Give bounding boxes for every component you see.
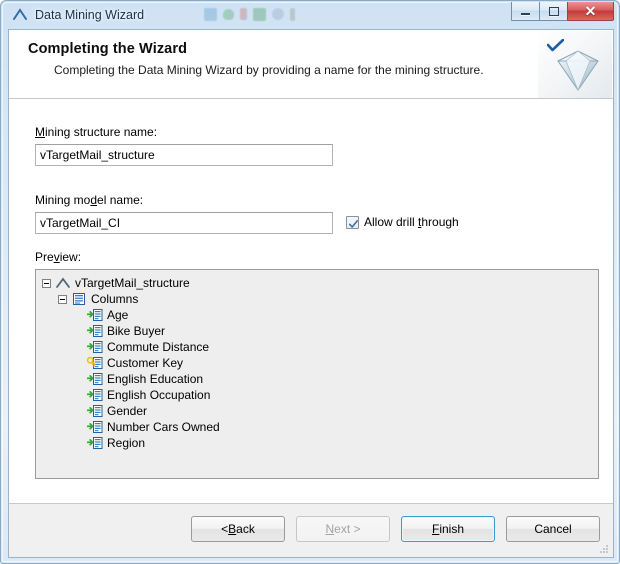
close-icon: ✕ <box>584 3 597 19</box>
model-name-input[interactable] <box>35 212 333 234</box>
back-button[interactable]: < Back <box>191 516 285 542</box>
tree-node-label: Columns <box>91 292 139 306</box>
wizard-body: Mining structure name: Mining model name… <box>9 99 613 504</box>
tree-node-column[interactable]: Region <box>36 435 598 451</box>
tree-node-label: vTargetMail_structure <box>75 276 190 290</box>
preview-tree-panel[interactable]: vTargetMail_structure Columns Age Bike B… <box>35 269 599 479</box>
column-input-icon <box>86 420 103 434</box>
structure-name-input[interactable] <box>35 144 333 166</box>
tree-node-column[interactable]: English Occupation <box>36 387 598 403</box>
page-title: Completing the Wizard <box>28 41 188 57</box>
wizard-window: Data Mining Wizard ✕ Completing the Wiza… <box>0 0 620 564</box>
tree-node-label: Customer Key <box>107 356 184 370</box>
checkbox-label: Allow drill through <box>364 215 459 229</box>
banner-artwork <box>538 31 612 98</box>
minimize-button[interactable] <box>511 2 540 21</box>
column-key-icon <box>86 356 103 370</box>
expander-collapse-icon[interactable] <box>58 294 67 304</box>
checkmark-icon <box>349 218 358 228</box>
tree-column-list: Age Bike Buyer Commute Distance Customer Ke… <box>36 307 598 451</box>
tree-node-column[interactable]: Gender <box>36 403 598 419</box>
finish-button[interactable]: Finish <box>401 516 495 542</box>
mining-structure-icon <box>55 276 71 290</box>
model-name-label: Mining model name: <box>35 193 144 207</box>
page-subtitle: Completing the Data Mining Wizard by pro… <box>54 63 484 77</box>
tree-node-label: Bike Buyer <box>107 324 166 338</box>
checkbox-box[interactable] <box>346 215 359 229</box>
column-input-icon <box>86 372 103 386</box>
tree-node-column[interactable]: Customer Key <box>36 355 598 371</box>
diamond-gem-icon <box>554 47 602 92</box>
tree-node-label: Commute Distance <box>107 340 210 354</box>
tree-node-label: Number Cars Owned <box>107 420 220 434</box>
expander-collapse-icon[interactable] <box>42 278 51 288</box>
wizard-header-banner: Completing the Wizard Completing the Dat… <box>9 30 613 99</box>
minimize-icon <box>521 13 530 15</box>
column-input-icon <box>86 324 103 338</box>
wizard-footer: < Back Next > Finish Cancel <box>9 504 613 557</box>
column-input-icon <box>86 436 103 450</box>
tree-node-column[interactable]: Bike Buyer <box>36 323 598 339</box>
tree-node-column[interactable]: English Education <box>36 371 598 387</box>
maximize-icon <box>548 6 559 16</box>
column-input-icon <box>86 404 103 418</box>
tree-node-column[interactable]: Age <box>36 307 598 323</box>
wizard-caret-icon <box>11 6 29 24</box>
maximize-button[interactable] <box>539 2 568 21</box>
titlebar-ghost-icons <box>204 4 354 24</box>
resize-grip-icon[interactable] <box>598 543 610 555</box>
title-bar[interactable]: Data Mining Wizard ✕ <box>8 1 614 29</box>
tree-node-columns[interactable]: Columns <box>36 291 598 307</box>
cancel-button[interactable]: Cancel <box>506 516 600 542</box>
tree-node-label: English Education <box>107 372 204 386</box>
tree-node-column[interactable]: Commute Distance <box>36 339 598 355</box>
tree-node-label: Region <box>107 436 146 450</box>
preview-label: Preview: <box>35 250 82 264</box>
window-title: Data Mining Wizard <box>35 8 145 22</box>
tree-node-label: English Occupation <box>107 388 211 402</box>
footer-button-row: < Back Next > Finish Cancel <box>191 516 600 542</box>
allow-drill-through-checkbox[interactable]: Allow drill through <box>346 215 459 229</box>
tree-node-column[interactable]: Number Cars Owned <box>36 419 598 435</box>
client-area: Completing the Wizard Completing the Dat… <box>8 29 614 558</box>
tree-node-label: Gender <box>107 404 148 418</box>
next-button[interactable]: Next > <box>296 516 390 542</box>
window-controls: ✕ <box>511 2 614 21</box>
column-input-icon <box>86 308 103 322</box>
structure-name-label: Mining structure name: <box>35 125 158 139</box>
tree-node-label: Age <box>107 308 129 322</box>
close-button[interactable]: ✕ <box>567 2 614 21</box>
column-input-icon <box>86 340 103 354</box>
columns-folder-icon <box>71 292 87 306</box>
tree-node-root[interactable]: vTargetMail_structure <box>36 275 598 291</box>
column-input-icon <box>86 388 103 402</box>
